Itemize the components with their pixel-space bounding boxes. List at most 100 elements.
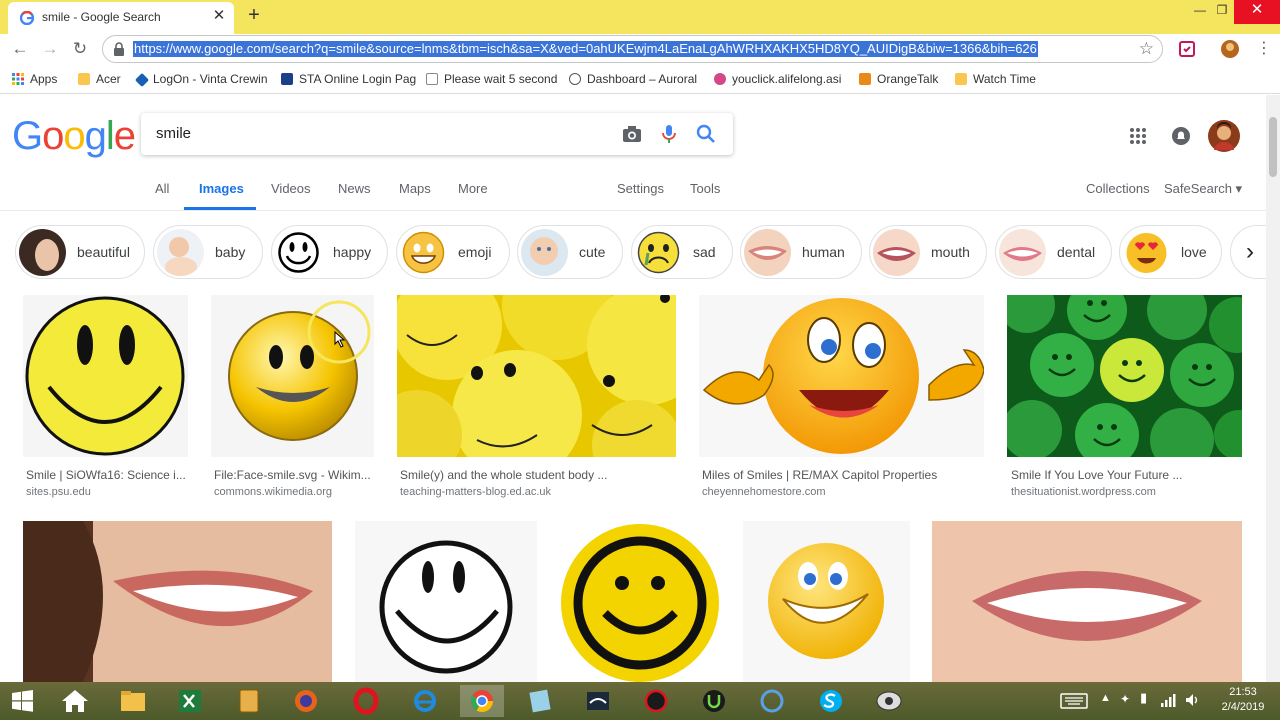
result-title[interactable]: Smile(y) and the whole student body ... xyxy=(400,468,676,482)
bookmark-sta[interactable]: STA Online Login Pag xyxy=(281,71,416,87)
search-input[interactable]: smile xyxy=(156,125,191,142)
chip-dental[interactable]: dental xyxy=(995,225,1112,279)
network-icon[interactable] xyxy=(1160,693,1176,707)
chip-sad[interactable]: sad xyxy=(631,225,733,279)
media-icon[interactable] xyxy=(576,685,620,717)
result-thumbnail[interactable] xyxy=(23,295,188,457)
bookmark-youclick[interactable]: youclick.alifelong.asi xyxy=(714,71,841,87)
result-title[interactable]: File:Face-smile.svg - Wikim... xyxy=(214,468,374,482)
taskbar-clock[interactable]: 21:53 2/4/2019 xyxy=(1213,685,1273,715)
game-icon[interactable] xyxy=(634,685,678,717)
safesearch-dropdown[interactable]: SafeSearch ▾ xyxy=(1164,181,1242,197)
excel-icon[interactable] xyxy=(168,685,212,717)
account-avatar[interactable] xyxy=(1208,120,1240,152)
result-thumbnail[interactable] xyxy=(1007,295,1242,457)
image-result[interactable]: Smile | SiOWfa16: Science i... sites.psu… xyxy=(23,295,188,500)
bookmark-apps[interactable]: Apps xyxy=(12,71,57,87)
search-icon[interactable] xyxy=(695,123,717,145)
url-text[interactable]: https://www.google.com/search?q=smile&so… xyxy=(133,41,1038,57)
settings-link[interactable]: Settings xyxy=(617,181,664,196)
address-bar[interactable]: https://www.google.com/search?q=smile&so… xyxy=(102,35,1163,63)
dropbox-icon[interactable]: ✦ xyxy=(1120,692,1130,706)
bookmark-dashboard[interactable]: Dashboard – Auroral xyxy=(569,71,697,87)
browser-tab[interactable]: smile - Google Search ✕ xyxy=(8,2,234,34)
tab-news[interactable]: News xyxy=(338,181,371,196)
image-result[interactable]: Miles of Smiles | RE/MAX Capitol Propert… xyxy=(699,295,984,500)
back-button[interactable]: ← xyxy=(10,39,30,59)
tray-chevron-icon[interactable]: ▲ xyxy=(1100,692,1111,704)
result-title[interactable]: Smile If You Love Your Future ... xyxy=(1011,468,1241,482)
chip-love[interactable]: love xyxy=(1119,225,1222,279)
skype-icon[interactable] xyxy=(809,685,853,717)
result-thumbnail[interactable] xyxy=(211,295,374,457)
internet-explorer-icon[interactable] xyxy=(403,685,447,717)
chip-baby[interactable]: baby xyxy=(153,225,263,279)
paint-icon[interactable] xyxy=(518,685,562,717)
google-logo[interactable]: Google xyxy=(12,114,136,159)
logo-letter: o xyxy=(63,114,85,158)
upwork-icon[interactable] xyxy=(692,685,736,717)
close-tab-icon[interactable]: ✕ xyxy=(211,8,227,24)
chip-mouth[interactable]: mouth xyxy=(869,225,987,279)
image-result[interactable] xyxy=(932,521,1242,682)
extension-icon[interactable] xyxy=(1177,39,1197,59)
forward-button[interactable]: → xyxy=(40,39,60,59)
keyboard-icon[interactable] xyxy=(1060,692,1088,710)
close-window-button[interactable]: ✕ xyxy=(1234,0,1280,24)
image-result[interactable] xyxy=(355,521,537,682)
bookmark-label: Please wait 5 second xyxy=(444,72,558,86)
result-title[interactable]: Smile | SiOWfa16: Science i... xyxy=(26,468,186,482)
firefox-icon[interactable] xyxy=(284,685,328,717)
page-scrollbar[interactable] xyxy=(1266,95,1280,682)
bookmark-star-icon[interactable]: ☆ xyxy=(1139,39,1154,59)
tab-all[interactable]: All xyxy=(155,181,169,196)
browser-menu-icon[interactable]: ⋮ xyxy=(1254,39,1274,59)
result-source: thesituationist.wordpress.com xyxy=(1011,486,1156,498)
start-button-icon[interactable] xyxy=(0,685,44,717)
collections-link[interactable]: Collections xyxy=(1086,181,1150,196)
chips-next-arrow[interactable]: › xyxy=(1230,225,1266,279)
bookmark-please-wait[interactable]: Please wait 5 second xyxy=(426,71,557,87)
notifications-icon[interactable] xyxy=(1171,126,1191,146)
bookmark-logon[interactable]: LogOn - Vinta Crewin xyxy=(134,71,268,88)
search-box[interactable]: smile xyxy=(141,113,733,155)
chip-cute[interactable]: cute xyxy=(517,225,623,279)
image-result[interactable]: Smile(y) and the whole student body ... … xyxy=(397,295,676,500)
chip-beautiful[interactable]: beautiful xyxy=(15,225,145,279)
tab-more[interactable]: More xyxy=(458,181,488,196)
scrollbar-thumb[interactable] xyxy=(1269,117,1277,177)
microphone-icon[interactable] xyxy=(658,123,680,145)
chrome-icon[interactable] xyxy=(460,685,504,717)
bookmark-orangetalk[interactable]: OrangeTalk xyxy=(859,71,938,87)
opera-icon[interactable] xyxy=(344,685,388,717)
result-thumbnail[interactable] xyxy=(699,295,984,457)
chip-emoji[interactable]: emoji xyxy=(396,225,510,279)
image-result[interactable]: File:Face-smile.svg - Wikim... commons.w… xyxy=(211,295,374,500)
bookmark-acer[interactable]: Acer xyxy=(78,71,121,87)
image-result[interactable] xyxy=(23,521,332,682)
tab-videos[interactable]: Videos xyxy=(271,181,311,196)
tab-maps[interactable]: Maps xyxy=(399,181,431,196)
new-tab-button[interactable]: + xyxy=(244,5,264,25)
apps-grid-icon[interactable] xyxy=(1129,127,1147,145)
battery-icon[interactable]: ▮ xyxy=(1140,690,1147,706)
notes-icon[interactable] xyxy=(227,685,271,717)
image-result[interactable]: Smile If You Love Your Future ... thesit… xyxy=(1007,295,1242,500)
result-title[interactable]: Miles of Smiles | RE/MAX Capitol Propert… xyxy=(702,468,984,482)
bookmark-watch-time[interactable]: Watch Time xyxy=(955,71,1036,87)
reload-button[interactable]: ↻ xyxy=(70,39,90,59)
chip-human[interactable]: human xyxy=(740,225,862,279)
file-explorer-icon[interactable] xyxy=(111,685,155,717)
volume-icon[interactable] xyxy=(1185,693,1201,707)
camera-icon[interactable] xyxy=(621,123,643,145)
result-thumbnail[interactable] xyxy=(397,295,676,457)
home-icon[interactable] xyxy=(53,685,97,717)
browser-icon[interactable] xyxy=(750,685,794,717)
tools-link[interactable]: Tools xyxy=(690,181,720,196)
chip-happy[interactable]: happy xyxy=(271,225,388,279)
image-result[interactable] xyxy=(743,521,910,682)
profile-avatar-icon[interactable] xyxy=(1220,39,1240,59)
image-result[interactable] xyxy=(560,521,720,682)
tab-images[interactable]: Images xyxy=(199,181,244,196)
camera-app-icon[interactable] xyxy=(867,685,911,717)
